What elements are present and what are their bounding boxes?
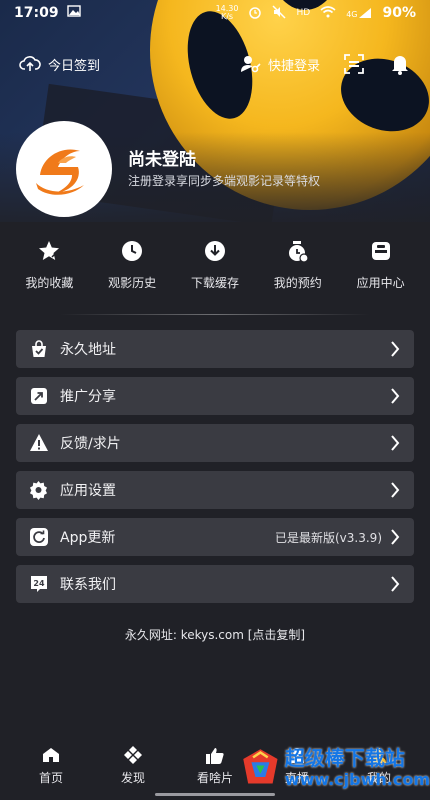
chevron-right-icon [388,575,402,593]
app-center-icon [368,238,394,264]
svg-text:24: 24 [33,579,45,588]
discover-icon [123,746,143,764]
action-favorites[interactable]: 我的收藏 [11,238,87,291]
user-key-icon [238,52,262,76]
menu-item-share[interactable]: 推广分享 [16,377,414,415]
wifi-icon [320,5,336,21]
action-label: 应用中心 [356,276,405,290]
menu-item-app-update[interactable]: App更新 已是最新版(v3.3.9) [16,518,414,556]
action-label: 下载缓存 [190,276,239,290]
action-app-center[interactable]: 应用中心 [343,238,419,291]
scan-icon[interactable] [342,52,366,76]
permanent-url-link[interactable]: 永久网址: kekys.com [点击复制] [0,626,430,643]
nav-label: 发现 [120,771,145,785]
chevron-right-icon [388,481,402,499]
net-speed: 14.30 K/s [216,5,239,21]
quick-login-label: 快捷登录 [267,58,320,74]
menu-label: App更新 [60,530,116,546]
status-time: 17:09 [14,5,59,21]
action-reservations[interactable]: 我的预约 [260,238,336,291]
action-label: 我的收藏 [25,276,74,290]
hd-label: HD [296,8,311,18]
status-bar: 17:09 14.30 K/s HD 4G 90% [0,0,430,26]
quick-login-button[interactable]: 快捷登录 [238,52,320,76]
menu-item-app-settings[interactable]: 应用设置 [16,471,414,509]
site-watermark: 超级棒下载站 www.cjbwh.com [240,738,430,798]
quick-actions: 我的收藏 观影历史 下载缓存 我的预约 应用中心 [0,238,430,291]
settings-menu: 永久地址 推广分享 反馈/求片 应用设置 App更新 已是最新版(v3.3.9)… [16,330,414,612]
nav-label: 看啥片 [196,771,233,785]
menu-item-permanent-address[interactable]: 永久地址 [16,330,414,368]
alarm-icon [248,5,262,22]
watermark-text: 超级棒下载站 www.cjbwh.com [285,748,430,788]
menu-label: 永久地址 [60,342,116,358]
reservation-icon [285,238,311,264]
action-label: 我的预约 [273,276,322,290]
gear-icon [28,479,50,501]
home-icon [41,746,61,764]
chevron-right-icon [388,528,402,546]
menu-label: 反馈/求片 [60,436,121,452]
mute-icon [272,4,287,22]
battery-level: 90% [382,5,416,21]
action-label: 观影历史 [108,276,157,290]
share-icon [28,385,50,407]
menu-item-feedback[interactable]: 反馈/求片 [16,424,414,462]
checkin-button[interactable]: 今日签到 [18,52,100,76]
gesture-home-bar[interactable] [155,793,275,796]
section-divider [60,314,370,315]
watermark-title: 超级棒下载站 [284,746,405,770]
watermark-url: www.cjbwh.com [284,770,430,789]
net-speed-unit: K/s [220,12,234,21]
menu-label: 应用设置 [60,483,116,499]
nav-home[interactable]: 首页 [16,738,86,800]
chevron-right-icon [388,434,402,452]
menu-label: 推广分享 [60,389,116,405]
action-downloads[interactable]: 下载缓存 [177,238,253,291]
bag-icon [28,338,50,360]
menu-label: 联系我们 [60,577,116,593]
action-history[interactable]: 观影历史 [94,238,170,291]
chevron-right-icon [388,340,402,358]
profile-subtitle: 注册登录享同步多端观影记录等特权 [128,174,321,188]
clock-icon [119,238,145,264]
menu-item-contact[interactable]: 24 联系我们 [16,565,414,603]
avatar[interactable] [16,121,112,217]
star-icon [36,238,62,264]
watermark-logo-icon [243,749,278,784]
image-notification-icon [66,5,81,21]
signal-4g: 4G [346,7,372,19]
refresh-icon [28,526,50,548]
nav-discover[interactable]: 发现 [98,738,168,800]
network-type: 4G [346,10,358,19]
warning-icon [28,432,50,454]
bell-icon[interactable] [388,52,412,76]
version-status: 已是最新版(v3.3.9) [275,530,382,545]
nav-label: 首页 [38,771,63,785]
checkin-label: 今日签到 [48,58,101,74]
thumbs-up-icon [205,746,225,764]
profile-name[interactable]: 尚未登陆 [128,145,196,170]
download-icon [202,238,228,264]
cloud-upload-icon [18,52,42,76]
24h-icon: 24 [28,573,50,595]
chevron-right-icon [388,387,402,405]
top-action-bar: 今日签到 快捷登录 [0,44,430,84]
app-logo-icon [36,149,84,195]
